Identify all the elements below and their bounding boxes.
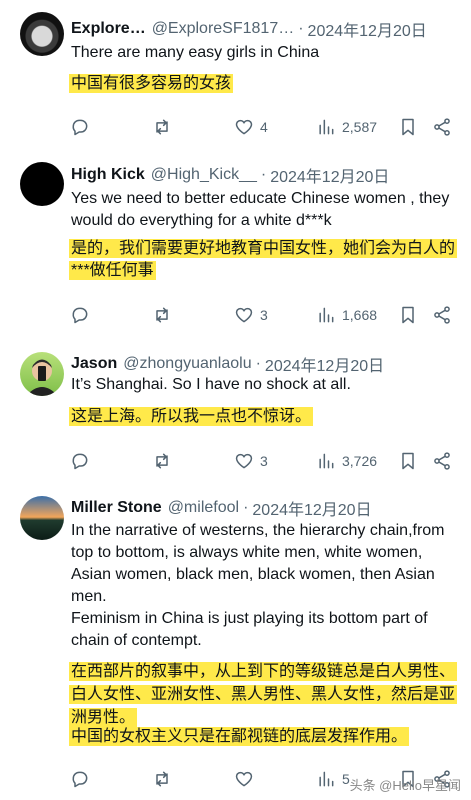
tweet-3[interactable]: Jason @zhongyuanlaolu · 2024年12月20日 It’s… — [0, 340, 471, 482]
translation-text: 这是上海。所以我一点也不惊讶。 — [69, 406, 459, 428]
reply-button[interactable] — [70, 117, 90, 137]
separator-dot: · — [298, 20, 304, 37]
bookmark-icon — [398, 305, 418, 325]
like-button[interactable]: 3 — [234, 305, 268, 325]
bookmark-icon — [398, 451, 418, 471]
retweet-button[interactable] — [152, 451, 172, 471]
reply-icon — [70, 451, 90, 471]
action-bar: 3 1,668 — [70, 303, 455, 327]
action-bar: 4 2,587 — [70, 115, 455, 139]
share-button[interactable] — [432, 451, 452, 471]
translation-highlight: 这是上海。所以我一点也不惊讶。 — [69, 407, 314, 426]
action-bar: 3 3,726 — [70, 449, 455, 473]
avatar[interactable] — [20, 496, 64, 540]
author-handle[interactable]: @High_Kick__ — [151, 166, 257, 184]
tweet-header: Explore… @ExploreSF1817… · 2024年12月20日 — [71, 17, 459, 41]
retweet-button[interactable] — [152, 305, 172, 325]
tweet-date[interactable]: 2024年12月20日 — [270, 163, 389, 187]
tweet-text: It’s Shanghai. So I have no shock at all… — [71, 376, 351, 393]
share-button[interactable] — [432, 117, 452, 137]
retweet-icon — [152, 769, 172, 789]
author-name[interactable]: Miller Stone — [71, 499, 162, 517]
views-button[interactable]: 3,726 — [316, 451, 377, 471]
views-button[interactable]: 2,587 — [316, 117, 377, 137]
translation-text: 是的，我们需要更好地教育中国女性，她们会为白人的***做任何事 — [69, 238, 464, 282]
bookmark-button[interactable] — [398, 117, 418, 137]
translation-highlight: 是的，我们需要更好地教育中国女性，她们会为白人的***做任何事 — [69, 239, 458, 280]
separator-dot: · — [255, 355, 261, 372]
bookmark-button[interactable] — [398, 451, 418, 471]
author-handle[interactable]: @milefool — [168, 499, 239, 517]
retweet-button[interactable] — [152, 117, 172, 137]
views-icon — [316, 451, 336, 471]
bookmark-icon — [398, 117, 418, 137]
views-count: 1,668 — [342, 307, 378, 323]
views-icon — [316, 305, 336, 325]
author-handle[interactable]: @ExploreSF1817… — [152, 20, 295, 38]
like-button[interactable] — [234, 769, 254, 789]
like-icon — [234, 769, 254, 789]
views-count: 2,587 — [342, 119, 378, 135]
share-button[interactable] — [432, 305, 452, 325]
like-icon — [234, 305, 254, 325]
views-icon — [316, 117, 336, 137]
tweet-text: There are many easy girls in China — [71, 44, 320, 61]
tweet-header: Jason @zhongyuanlaolu · 2024年12月20日 — [71, 352, 459, 376]
views-count: 3,726 — [342, 453, 378, 469]
share-icon — [432, 305, 452, 325]
reply-icon — [70, 769, 90, 789]
reply-icon — [70, 305, 90, 325]
like-button[interactable]: 3 — [234, 451, 268, 471]
share-icon — [432, 451, 452, 471]
translation-highlight: 中国的女权主义只是在鄙视链的底层发挥作用。 — [69, 727, 410, 746]
like-icon — [234, 117, 254, 137]
reply-icon — [70, 117, 90, 137]
separator-dot: · — [260, 166, 267, 183]
avatar[interactable] — [20, 162, 64, 206]
avatar-image — [26, 359, 58, 396]
tweet-date[interactable]: 2024年12月20日 — [265, 352, 384, 376]
avatar[interactable] — [20, 352, 64, 396]
tweet-2[interactable]: High Kick @High_Kick__ · 2024年12月20日 Yes… — [0, 150, 471, 340]
tweet-text: Yes we need to better educate Chinese wo… — [71, 190, 450, 229]
share-icon — [432, 117, 452, 137]
translation-text: 中国有很多容易的女孩 — [69, 73, 459, 95]
author-name[interactable]: High Kick — [71, 166, 145, 184]
tweet-4[interactable]: Miller Stone @milefool · 2024年12月20日 In … — [0, 482, 471, 800]
tweet-date[interactable]: 2024年12月20日 — [252, 496, 371, 520]
author-handle[interactable]: @zhongyuanlaolu — [123, 355, 251, 373]
retweet-icon — [152, 305, 172, 325]
retweet-icon — [152, 451, 172, 471]
retweet-icon — [152, 117, 172, 137]
bookmark-button[interactable] — [398, 305, 418, 325]
avatar[interactable] — [20, 12, 64, 56]
watermark: 头条 @Hello早星闻 — [349, 778, 461, 793]
separator-dot: · — [243, 499, 249, 516]
reply-button[interactable] — [70, 305, 90, 325]
translation-highlight: 在西部片的叙事中，从上到下的等级链总是白人男性、白人女性、亚洲女性、黑人男性、黑… — [69, 662, 458, 727]
retweet-button[interactable] — [152, 769, 172, 789]
author-name[interactable]: Jason — [71, 355, 117, 373]
like-count: 3 — [260, 453, 268, 469]
views-button[interactable]: 5 — [316, 769, 350, 789]
like-count: 3 — [260, 307, 268, 323]
author-name[interactable]: Explore… — [71, 20, 146, 38]
tweet-header: Miller Stone @milefool · 2024年12月20日 — [71, 496, 459, 520]
translation-text-2: 中国的女权主义只是在鄙视链的底层发挥作用。 — [69, 726, 461, 748]
tweet-date[interactable]: 2024年12月20日 — [308, 17, 427, 41]
views-icon — [316, 769, 336, 789]
views-button[interactable]: 1,668 — [316, 305, 377, 325]
reply-button[interactable] — [70, 451, 90, 471]
tweet-text: In the narrative of westerns, the hierar… — [71, 522, 445, 605]
tweet-text-2: Feminism in China is just playing its bo… — [71, 610, 428, 649]
translation-highlight: 中国有很多容易的女孩 — [69, 74, 234, 93]
like-button[interactable]: 4 — [234, 117, 268, 137]
like-count: 4 — [260, 119, 268, 135]
like-icon — [234, 451, 254, 471]
tweet-1[interactable]: Explore… @ExploreSF1817… · 2024年12月20日 T… — [0, 0, 471, 150]
translation-text: 在西部片的叙事中，从上到下的等级链总是白人男性、白人女性、亚洲女性、黑人男性、黑… — [69, 660, 461, 729]
tweet-header: High Kick @High_Kick__ · 2024年12月20日 — [71, 163, 459, 187]
reply-button[interactable] — [70, 769, 90, 789]
